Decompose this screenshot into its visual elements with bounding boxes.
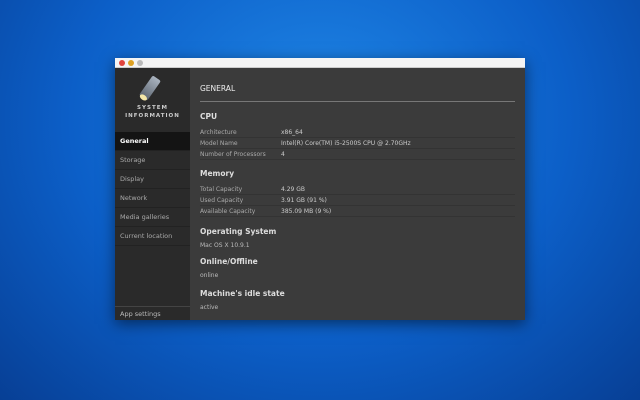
- sidebar: SYSTEM INFORMATION General Storage Displ…: [115, 68, 190, 320]
- os-value: Mac OS X 10.9.1: [200, 242, 250, 249]
- logo-text: SYSTEM: [137, 105, 168, 111]
- idle-heading: Machine's idle state: [200, 289, 285, 298]
- sidebar-item-general[interactable]: General: [115, 132, 190, 151]
- info-label: Model Name: [200, 140, 238, 147]
- info-row: Architecture x86_64: [200, 127, 515, 138]
- info-value: 385.09 MB (9 %): [281, 208, 332, 215]
- sidebar-item-media-galleries[interactable]: Media galleries: [115, 208, 190, 227]
- info-label: Available Capacity: [200, 208, 256, 215]
- close-button[interactable]: [119, 60, 125, 66]
- info-row: Model Name Intel(R) Core(TM) i5-2500S CPU…: [200, 138, 515, 149]
- info-label: Number of Processors: [200, 151, 266, 158]
- logo-text: INFORMATION: [125, 113, 180, 119]
- info-label: Total Capacity: [200, 186, 243, 193]
- title-bar: [115, 58, 525, 68]
- sidebar-item-network[interactable]: Network: [115, 189, 190, 208]
- info-row: Number of Processors 4: [200, 149, 515, 160]
- main-panel: GENERAL CPU Architecture x86_64 Model Name…: [190, 68, 525, 320]
- app-settings-link[interactable]: App settings: [115, 306, 190, 320]
- cpu-heading: CPU: [200, 112, 218, 121]
- info-label: Used Capacity: [200, 197, 244, 204]
- sidebar-item-storage[interactable]: Storage: [115, 151, 190, 170]
- online-heading: Online/Offline: [200, 257, 258, 266]
- info-value: 4: [281, 151, 285, 158]
- info-row: Total Capacity 4.29 GB: [200, 184, 515, 195]
- info-value: 4.29 GB: [281, 186, 306, 193]
- minimize-button[interactable]: [128, 60, 134, 66]
- info-row: Used Capacity 3.91 GB (91 %): [200, 195, 515, 206]
- page-title: GENERAL: [200, 84, 515, 102]
- info-label: Architecture: [200, 129, 237, 136]
- online-value: online: [200, 272, 219, 279]
- os-heading: Operating System: [200, 227, 277, 236]
- flashlight-icon: [139, 75, 161, 101]
- app-window: SYSTEM INFORMATION General Storage Displ…: [115, 58, 525, 320]
- sidebar-item-display[interactable]: Display: [115, 170, 190, 189]
- sidebar-item-current-location[interactable]: Current location: [115, 227, 190, 246]
- zoom-button[interactable]: [137, 60, 143, 66]
- info-value: Intel(R) Core(TM) i5-2500S CPU @ 2.70GHz: [281, 140, 411, 147]
- app-logo: SYSTEM INFORMATION: [115, 68, 190, 132]
- idle-value: active: [200, 304, 219, 311]
- info-row: Available Capacity 385.09 MB (9 %): [200, 206, 515, 217]
- memory-heading: Memory: [200, 169, 235, 178]
- info-value: 3.91 GB (91 %): [281, 197, 327, 204]
- info-value: x86_64: [281, 129, 303, 136]
